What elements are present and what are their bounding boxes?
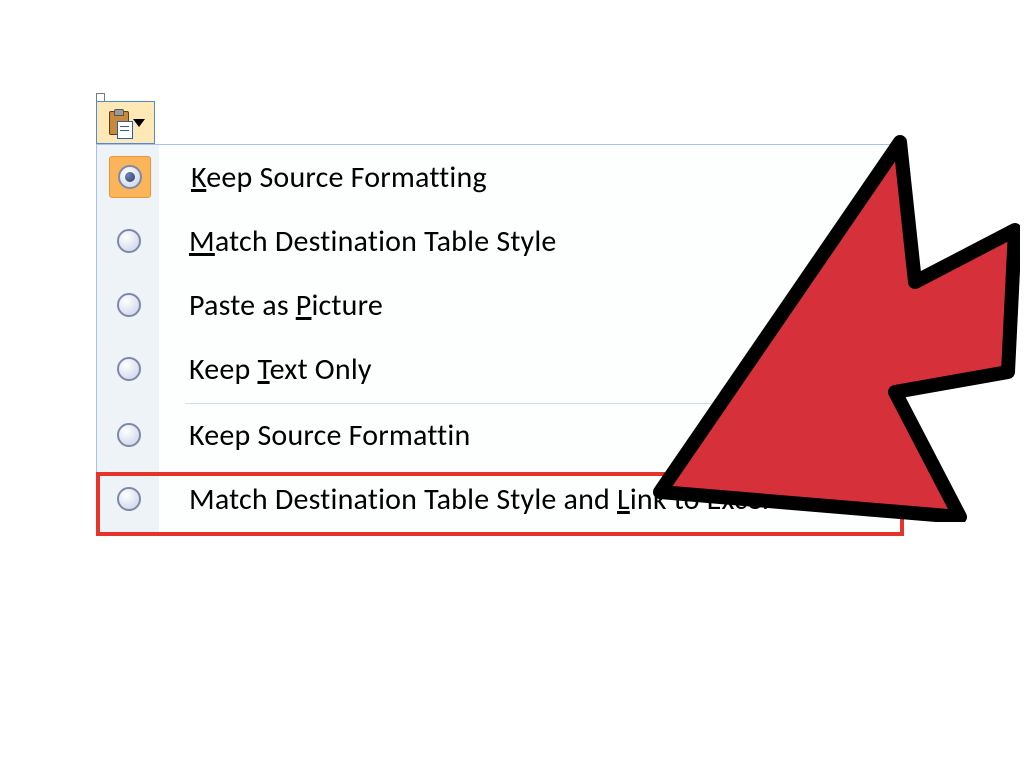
chevron-down-icon	[133, 119, 145, 127]
menu-item-label: Paste as Picture	[189, 287, 383, 324]
menu-item-label: Keep Source Formattin	[189, 417, 470, 454]
menu-item-paste-as-picture[interactable]: Paste as Picture	[97, 273, 901, 337]
radio-icon	[109, 479, 149, 519]
menu-item-keep-text-only[interactable]: Keep Text Only	[97, 337, 901, 401]
menu-separator	[185, 403, 899, 404]
menu-item-label: Keep Text Only	[189, 351, 372, 388]
radio-icon	[109, 221, 149, 261]
menu-item-label: Match Destination Table Style and Link t…	[189, 481, 769, 518]
menu-item-label: Match Destination Table Style	[189, 223, 557, 260]
menu-item-keep-source-formatting[interactable]: Keep Source Formatting	[97, 145, 901, 209]
clipboard-paste-icon	[107, 109, 131, 137]
radio-icon	[109, 415, 149, 455]
radio-icon	[109, 156, 151, 198]
paste-options-menu: Keep Source Formatting Match Destination…	[96, 144, 902, 534]
radio-icon	[109, 285, 149, 325]
stage: Keep Source Formatting Match Destination…	[0, 0, 1024, 768]
menu-item-match-link-excel[interactable]: Match Destination Table Style and Link t…	[97, 467, 901, 531]
paste-options-button[interactable]	[96, 101, 155, 144]
menu-item-label: Keep Source Formatting	[191, 159, 487, 196]
menu-item-match-destination-table-style[interactable]: Match Destination Table Style	[97, 209, 901, 273]
menu-item-keep-source-formatting-link[interactable]: Keep Source Formattin	[97, 403, 901, 467]
radio-icon	[109, 349, 149, 389]
